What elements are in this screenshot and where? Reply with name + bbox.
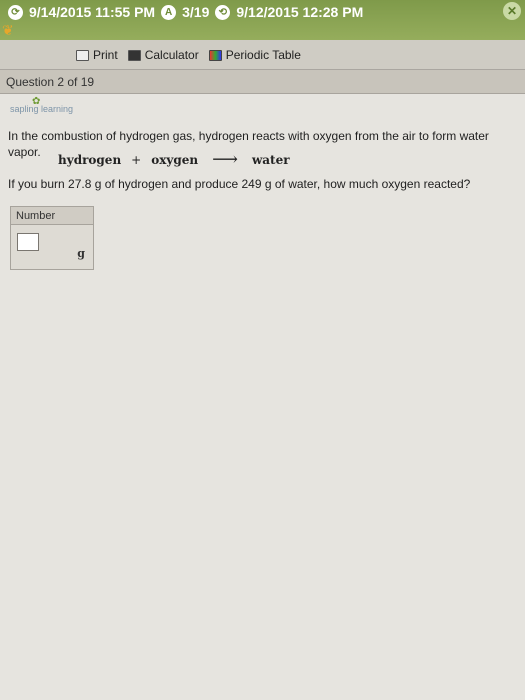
question-number: Question 2 of 19 — [6, 75, 95, 89]
print-button[interactable]: Print — [76, 48, 118, 62]
periodic-table-button[interactable]: Periodic Table — [208, 48, 301, 62]
product: water — [251, 152, 290, 167]
sapling-leaf-icon: ✿ — [32, 96, 41, 107]
reactant-1: hydrogen — [58, 152, 122, 167]
periodic-table-icon — [208, 49, 222, 61]
reaction-equation: hydrogen + oxygen ⟶ water — [58, 149, 290, 170]
question-problem: If you burn 27.8 g of hydrogen and produ… — [8, 177, 471, 191]
status-item-3: 9/12/2015 12:28 PM — [236, 4, 364, 20]
status-bar: ⟳ 9/14/2015 11:55 PM A 3/19 ⟲ 9/12/2015 … — [0, 0, 525, 40]
leaf-icon: ❦ — [2, 22, 14, 38]
printer-icon — [76, 49, 89, 61]
calculator-icon — [127, 49, 141, 61]
history-icon: ⟲ — [215, 4, 231, 20]
reactant-2: oxygen — [151, 152, 199, 167]
status-item-2: 3/19 — [182, 4, 210, 20]
reaction-arrow: ⟶ — [212, 149, 238, 170]
question-panel: ✿ sapling learning In the combustion of … — [0, 94, 525, 700]
calculator-button[interactable]: Calculator — [127, 48, 199, 62]
question-header: Question 2 of 19 — [0, 70, 525, 94]
toolbar: Print Calculator Periodic Table — [0, 40, 525, 70]
answer-box: Number g — [10, 206, 94, 270]
status-row: ⟳ 9/14/2015 11:55 PM A 3/19 ⟲ 9/12/2015 … — [8, 4, 363, 20]
alert-icon: A — [161, 4, 177, 20]
plus-sign: + — [131, 152, 142, 167]
close-icon[interactable]: ✕ — [503, 2, 521, 20]
answer-unit: g — [77, 247, 85, 260]
brand-text: sapling learning — [10, 104, 74, 114]
calculator-label: Calculator — [144, 48, 199, 62]
answer-input[interactable] — [17, 233, 39, 251]
clock-icon: ⟳ — [8, 4, 23, 20]
answer-label: Number — [11, 207, 93, 225]
brand-logo: ✿ sapling learning — [10, 96, 74, 114]
status-item-1: 9/14/2015 11:55 PM — [29, 4, 156, 20]
print-label: Print — [93, 48, 118, 62]
periodic-table-label: Periodic Table — [225, 48, 301, 62]
